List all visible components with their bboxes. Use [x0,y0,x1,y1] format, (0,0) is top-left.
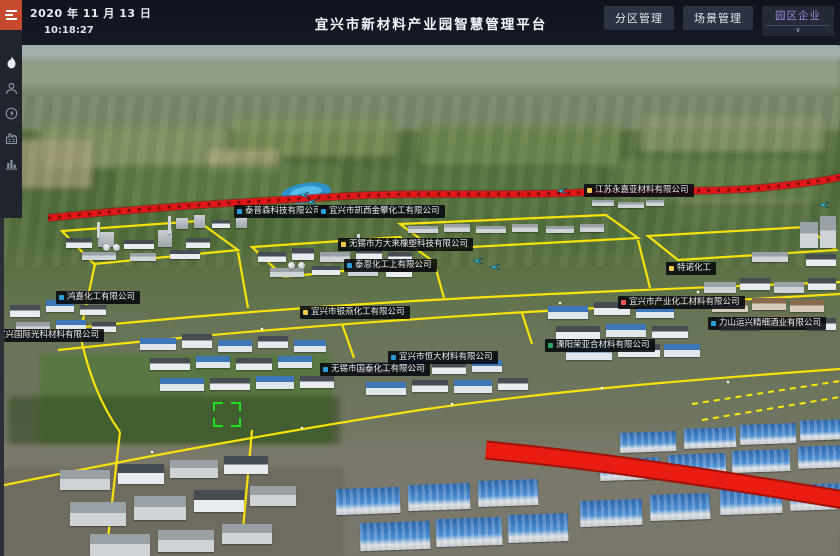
dropdown-selected-value: 园区企业 [766,8,830,26]
company-marker-icon [321,209,326,214]
company-label[interactable]: 力山运兴精细酒业有限公司 [708,317,826,330]
company-marker-icon [587,188,592,193]
vehicle-marker-icon [472,250,484,269]
factory-icon[interactable] [4,131,18,145]
company-label[interactable]: 泰恩化工上有限公司 [344,259,437,272]
company-label[interactable]: 特诺化工 [666,262,716,275]
company-marker-icon [303,310,308,315]
company-label-text: 溧阳荣亚合材料有限公司 [556,340,650,351]
company-label[interactable]: 泰普森科技有限公司 [234,205,327,218]
vehicle-marker-icon [556,180,568,199]
company-label[interactable]: 无锡市方大来橡塑科技有限公司 [338,238,473,251]
vehicle-marker-icon [818,194,830,213]
left-toolbar [0,0,22,218]
selection-box [213,402,241,427]
company-label[interactable]: 宜兴市凯西金攀化工有限公司 [318,205,445,218]
radar-icon[interactable] [4,106,18,120]
company-label-text: 宜兴市恒大材料有限公司 [399,352,493,363]
header-actions: 分区管理 场景管理 园区企业 ∨ [604,6,834,36]
company-marker-icon [391,355,396,360]
company-marker-icon [711,321,716,326]
map-3d-view[interactable]: 泰普森科技有限公司宜兴市凯西金攀化工有限公司 江苏永嘉亚材料有限公司无锡市方大来橡… [4,45,840,556]
flame-icon[interactable] [4,56,18,70]
park-enterprise-dropdown[interactable]: 园区企业 ∨ [762,6,834,36]
top-bar: 2020 年 11 月 13 日 10:18:27 宜兴市新材料产业园智慧管理平… [22,0,840,45]
company-label[interactable]: 鸿嘉化工有限公司 [56,291,140,304]
zone-management-button[interactable]: 分区管理 [604,6,674,30]
company-marker-icon [59,295,64,300]
scene-management-button[interactable]: 场景管理 [683,6,753,30]
company-label-text: 力山运兴精细酒业有限公司 [719,318,821,329]
company-label-text: 无锡市方大来橡塑科技有限公司 [349,239,468,250]
company-label-text: 无锡市国泰化工有限公司 [331,364,425,375]
company-label[interactable]: 无锡市国泰化工有限公司 [320,363,430,376]
company-marker-icon [237,209,242,214]
toolbar-icons [0,30,22,170]
company-marker-icon [347,263,352,268]
company-marker-icon [621,300,626,305]
person-icon[interactable] [4,81,18,95]
company-marker-icon [548,343,553,348]
company-marker-icon [669,266,674,271]
company-label-text: 鸿嘉化工有限公司 [67,292,135,303]
company-label-text: 江苏永嘉亚材料有限公司 [595,185,689,196]
company-label-text: 泰恩化工上有限公司 [355,260,432,271]
hamburger-menu-button[interactable] [0,0,22,30]
company-label-text: 宜兴市凯西金攀化工有限公司 [329,206,440,217]
left-edge-strip [0,218,4,556]
company-label[interactable]: 宜兴市产业化工材料有限公司 [618,296,745,309]
company-label[interactable]: 溧阳荣亚合材料有限公司 [545,339,655,352]
company-label-text: 宜兴市产业化工材料有限公司 [629,297,740,308]
company-label[interactable]: 江苏永嘉亚材料有限公司 [584,184,694,197]
company-label[interactable]: 宜兴国际光科材料有限公司 [4,329,104,342]
chevron-down-icon: ∨ [766,26,830,35]
company-marker-icon [323,367,328,372]
bar-chart-icon[interactable] [4,156,18,170]
smart-park-platform: 泰普森科技有限公司宜兴市凯西金攀化工有限公司 江苏永嘉亚材料有限公司无锡市方大来橡… [0,0,840,556]
vehicle-marker-icon [489,256,501,275]
company-label-text: 特诺化工 [677,263,711,274]
map-scene: 泰普森科技有限公司宜兴市凯西金攀化工有限公司 江苏永嘉亚材料有限公司无锡市方大来橡… [4,45,840,556]
company-label-text: 宜兴国际光科材料有限公司 [4,330,99,341]
company-label-text: 泰普森科技有限公司 [245,206,322,217]
company-label-text: 宜兴市银燕化工有限公司 [311,307,405,318]
company-marker-icon [341,242,346,247]
company-label[interactable]: 宜兴市银燕化工有限公司 [300,306,410,319]
